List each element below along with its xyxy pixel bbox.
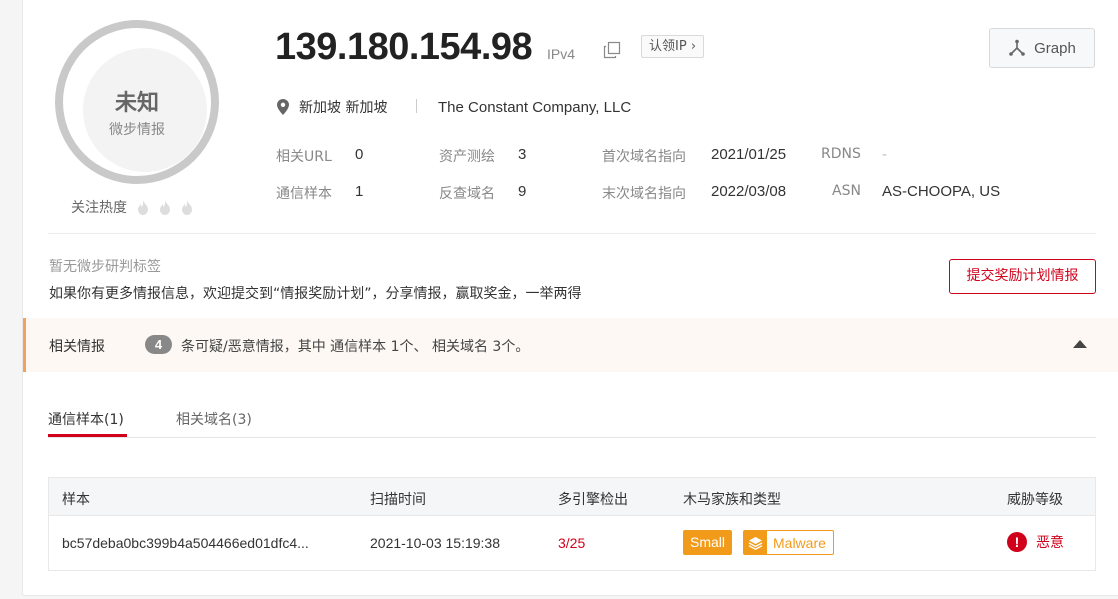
threat-label: 恶意 — [1036, 535, 1064, 551]
tab-comm-samples[interactable]: 通信样本(1) — [48, 409, 124, 429]
column-header-family: 木马家族和类型 — [683, 492, 781, 508]
section-divider — [48, 233, 1096, 234]
reverse-domains-value[interactable]: 9 — [518, 183, 526, 200]
tab-related-domains[interactable]: 相关域名(3) — [176, 409, 252, 429]
first-domain-label: 首次域名指向 — [602, 149, 686, 165]
related-intel-title: 相关情报 — [49, 339, 105, 355]
verdict-gauge: 未知 微步情报 — [55, 20, 219, 184]
flame-icon — [160, 199, 170, 215]
type-tag[interactable]: Malware — [743, 530, 834, 555]
related-url-value[interactable]: 0 — [355, 146, 363, 163]
asset-map-label: 资产测绘 — [439, 149, 495, 165]
column-header-detection: 多引擎检出 — [558, 492, 628, 508]
graph-button[interactable]: Graph — [989, 28, 1095, 68]
related-intel-count: 4 — [145, 335, 172, 354]
comm-samples-label: 通信样本 — [276, 186, 332, 202]
heat-indicator: 关注热度 — [71, 197, 193, 217]
claim-ip-label: 认领IP — [649, 39, 687, 54]
related-intel-bar[interactable]: 相关情报 4 条可疑/恶意情报，其中 通信样本 1个、 相关域名 3个。 — [23, 318, 1118, 372]
ip-address: 139.180.154.98 — [275, 26, 533, 68]
layers-icon — [744, 531, 767, 554]
comm-samples-value[interactable]: 1 — [355, 183, 363, 200]
flame-icon — [182, 199, 192, 215]
graph-icon — [1009, 39, 1025, 56]
scan-time: 2021-10-03 15:19:38 — [370, 535, 500, 551]
last-domain-value: 2022/03/08 — [711, 183, 787, 200]
sample-hash[interactable]: bc57deba0bc399b4a504466ed01dfc4... — [62, 535, 309, 551]
column-header-threat: 威胁等级 — [1007, 492, 1063, 508]
graph-button-label: Graph — [1034, 39, 1076, 57]
location-pin-icon — [277, 99, 289, 115]
rdns-label: RDNS — [821, 146, 861, 162]
detection-ratio: 3/25 — [558, 535, 586, 551]
submit-reward-button[interactable]: 提交奖励计划情报 — [949, 259, 1096, 294]
related-url-label: 相关URL — [276, 149, 332, 165]
claim-ip-button[interactable]: 认领IP › — [641, 35, 705, 58]
asn-value: AS-CHOOPA, US — [882, 183, 1001, 200]
ip-detail-card: 未知 微步情报 关注热度 139.180.154.98 IPv4 认领IP › … — [22, 0, 1118, 596]
table-header: 样本 扫描时间 多引擎检出 木马家族和类型 威胁等级 — [49, 478, 1095, 516]
heat-label: 关注热度 — [71, 200, 127, 216]
column-header-scan-time: 扫描时间 — [370, 492, 426, 508]
active-tab-indicator — [48, 434, 127, 437]
related-intel-description: 条可疑/恶意情报，其中 通信样本 1个、 相关域名 3个。 — [181, 339, 530, 355]
family-tag[interactable]: Small — [683, 530, 733, 555]
no-tags-text: 暂无微步研判标签 — [49, 259, 161, 275]
ip-version: IPv4 — [547, 46, 576, 62]
asn-label: ASN — [832, 183, 861, 199]
type-tag-label: Malware — [773, 534, 826, 551]
divider — [416, 99, 417, 113]
flame-icon — [138, 199, 148, 215]
tabs-divider — [48, 437, 1096, 438]
location-text: 新加坡 新加坡 — [299, 100, 388, 116]
samples-table: 样本 扫描时间 多引擎检出 木马家族和类型 威胁等级 bc57deba0bc39… — [48, 477, 1096, 571]
column-header-sample: 样本 — [62, 492, 90, 508]
threat-level: ! 恶意 — [1007, 532, 1064, 552]
verdict-title: 未知 — [114, 91, 159, 116]
caret-up-icon[interactable] — [1073, 340, 1087, 348]
copy-icon[interactable] — [603, 41, 621, 59]
last-domain-label: 末次域名指向 — [602, 186, 686, 202]
chevron-right-icon: › — [690, 39, 697, 54]
reverse-domains-label: 反查域名 — [439, 186, 495, 202]
asset-map-value[interactable]: 3 — [518, 146, 526, 163]
location: 新加坡 新加坡 — [277, 97, 387, 117]
rdns-value: - — [882, 146, 887, 163]
alert-icon: ! — [1007, 532, 1027, 552]
verdict-subtitle: 微步情报 — [109, 122, 165, 138]
first-domain-value: 2021/01/25 — [711, 146, 787, 163]
organization: The Constant Company, LLC — [438, 99, 632, 116]
reward-invite-text: 如果你有更多情报信息，欢迎提交到“情报奖励计划”，分享情报，赢取奖金，一举两得 — [49, 286, 582, 302]
